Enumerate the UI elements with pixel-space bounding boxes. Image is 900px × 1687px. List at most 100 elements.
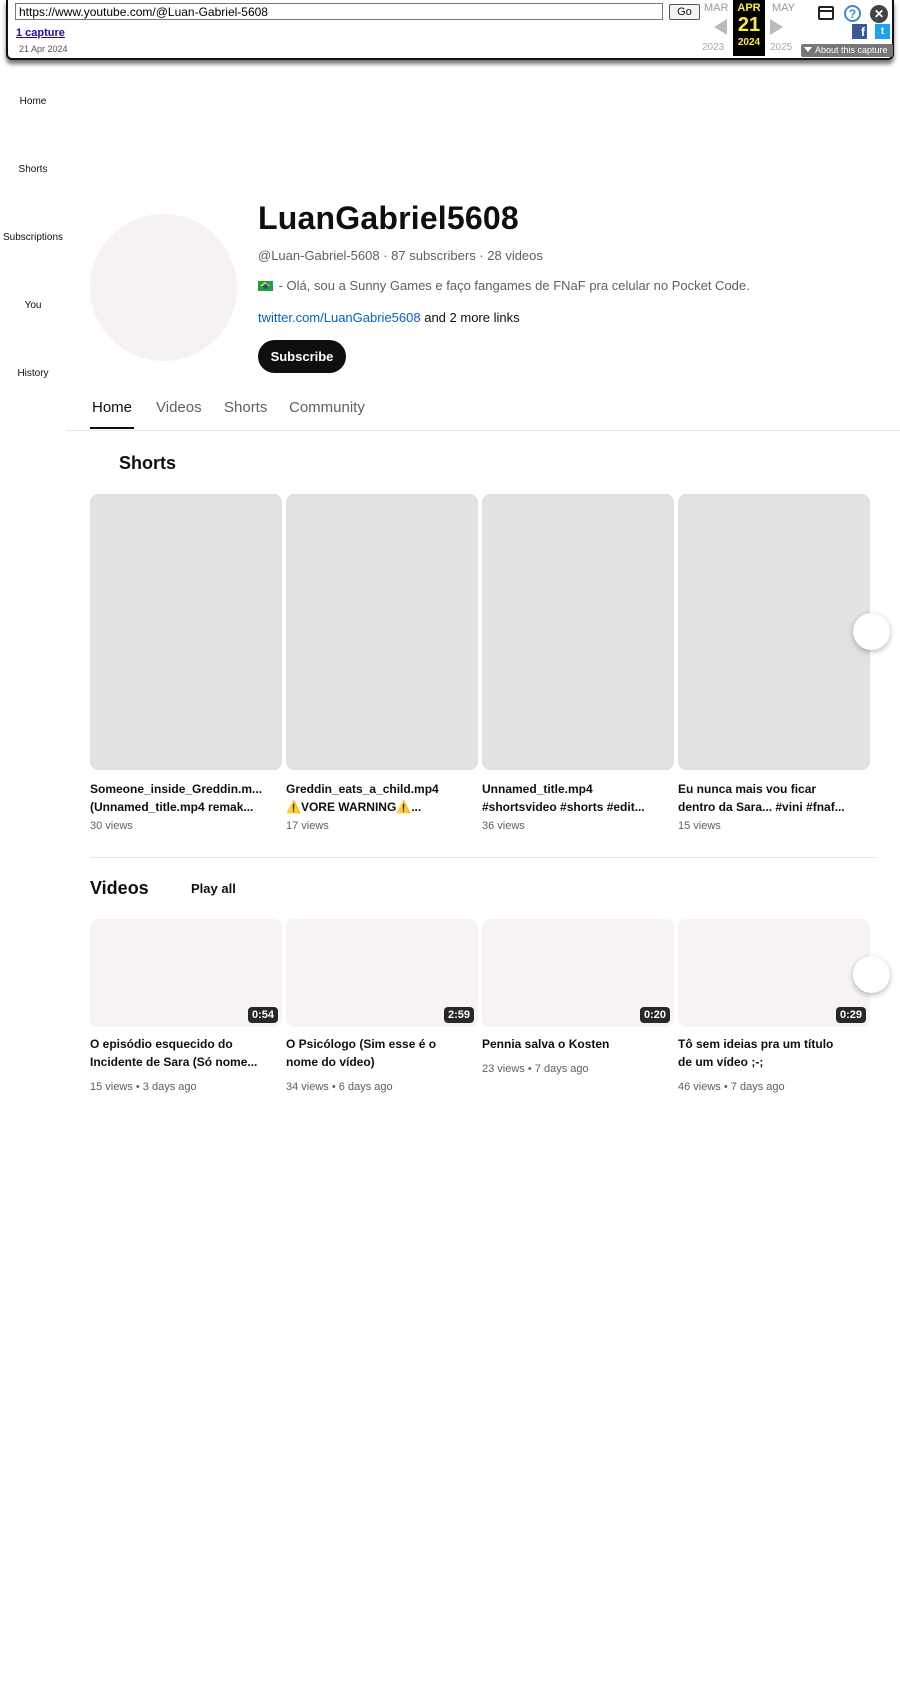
channel-description-text: - Olá, sou a Sunny Games e faço fangames…: [275, 278, 750, 293]
video-title-line: Pennia salva o Kosten: [482, 1037, 610, 1051]
caret-down-icon: [804, 47, 812, 52]
facebook-icon[interactable]: f: [852, 24, 867, 39]
video-title-line: O episódio esquecido do: [90, 1037, 233, 1051]
meta-separator: •: [723, 1081, 728, 1093]
short-views: 15 views: [678, 820, 721, 832]
guide-item-shorts[interactable]: Shorts: [0, 164, 66, 175]
video-views: 46 views: [678, 1081, 721, 1093]
video-views: 23 views: [482, 1063, 525, 1075]
video-age: 7 days ago: [534, 1063, 589, 1075]
arrow-left-icon[interactable]: [714, 19, 727, 35]
video-duration-badge: 0:54: [248, 1007, 279, 1023]
video-title[interactable]: Tô sem ideias pra um título de um vídeo ;…: [678, 1035, 866, 1071]
wayback-prev-year[interactable]: 2023: [702, 42, 724, 53]
video-title-line: Tô sem ideias pra um título: [678, 1037, 834, 1051]
video-title[interactable]: O Psicólogo (Sim esse é o nome do vídeo): [286, 1035, 474, 1071]
short-thumbnail[interactable]: [90, 494, 282, 770]
short-title-line: #shortsvideo #shorts #edit...: [482, 800, 645, 814]
video-duration-badge: 2:59: [444, 1007, 475, 1023]
brazil-flag-icon: [258, 281, 273, 291]
tab-active-indicator: [90, 427, 134, 429]
short-title-line: Unnamed_title.mp4: [482, 782, 593, 796]
calendar-icon[interactable]: [818, 6, 834, 20]
wayback-toolbar: https://www.youtube.com/@Luan-Gabriel-56…: [6, 0, 894, 60]
guide-item-you[interactable]: You: [0, 300, 66, 311]
short-title-line: dentro da Sara... #vini #fnaf...: [678, 800, 845, 814]
video-title-line: nome do vídeo): [286, 1055, 375, 1069]
video-meta: 15 views • 3 days ago: [90, 1081, 197, 1093]
close-icon[interactable]: ✕: [870, 5, 888, 23]
short-views: 30 views: [90, 820, 133, 832]
wayback-url-input[interactable]: https://www.youtube.com/@Luan-Gabriel-56…: [15, 3, 663, 20]
tab-shorts[interactable]: Shorts: [224, 399, 267, 416]
arrow-right-icon[interactable]: [770, 19, 783, 35]
channel-more-links[interactable]: and 2 more links: [421, 310, 519, 325]
video-meta: 23 views • 7 days ago: [482, 1063, 589, 1075]
video-title-line: O Psicólogo (Sim esse é o: [286, 1037, 437, 1051]
tab-community[interactable]: Community: [289, 399, 365, 416]
wayback-captures-link[interactable]: 1 capture: [16, 27, 65, 39]
channel-description[interactable]: - Olá, sou a Sunny Games e faço fangames…: [258, 278, 750, 293]
short-thumbnail[interactable]: [286, 494, 478, 770]
channel-meta: @Luan-Gabriel-5608 · 87 subscribers · 28…: [258, 248, 543, 263]
wayback-next-month[interactable]: MAY: [772, 2, 795, 14]
video-title-line: Incidente de Sara (Só nome...: [90, 1055, 258, 1069]
short-thumbnail[interactable]: [678, 494, 870, 770]
video-age: 3 days ago: [142, 1081, 197, 1093]
video-views: 15 views: [90, 1081, 133, 1093]
video-title[interactable]: O episódio esquecido do Incidente de Sara…: [90, 1035, 278, 1071]
wayback-about-button[interactable]: About this capture: [801, 44, 893, 57]
short-title-line: (Unnamed_title.mp4 remak...: [90, 800, 254, 814]
help-icon[interactable]: ?: [844, 5, 861, 22]
short-views: 36 views: [482, 820, 525, 832]
wayback-current-day: 21: [737, 14, 761, 36]
shelf-divider: [90, 857, 876, 858]
play-all-button[interactable]: Play all: [191, 881, 236, 896]
channel-links: twitter.com/LuanGabrie5608 and 2 more li…: [258, 310, 520, 325]
wayback-go-button[interactable]: Go: [669, 4, 700, 20]
meta-separator: •: [331, 1081, 336, 1093]
short-title[interactable]: Eu nunca mais vou ficar dentro da Sara...…: [678, 780, 866, 816]
guide-item-history[interactable]: History: [0, 368, 66, 379]
wayback-current-year: 2024: [737, 37, 761, 48]
shorts-next-button[interactable]: [853, 613, 890, 650]
short-title-line: Greddin_eats_a_child.mp4: [286, 782, 439, 796]
short-title[interactable]: Someone_inside_Greddin.m... (Unnamed_titl…: [90, 780, 278, 816]
wayback-current-date: APR 21 2024: [733, 0, 765, 56]
shorts-shelf-title: Shorts: [119, 453, 177, 473]
channel-name: LuanGabriel5608: [258, 200, 519, 236]
short-views: 17 views: [286, 820, 329, 832]
short-thumbnail[interactable]: [482, 494, 674, 770]
wayback-next-year[interactable]: 2025: [770, 42, 792, 53]
video-duration-badge: 0:20: [640, 1007, 671, 1023]
wayback-prev-month[interactable]: MAR: [704, 2, 728, 14]
guide-item-subscriptions[interactable]: Subscriptions: [0, 232, 66, 243]
wayback-current-month: APR: [737, 2, 761, 14]
meta-separator: •: [527, 1063, 532, 1075]
video-age: 6 days ago: [338, 1081, 393, 1093]
tab-videos[interactable]: Videos: [156, 399, 202, 416]
video-title[interactable]: Pennia salva o Kosten: [482, 1035, 670, 1053]
channel-avatar[interactable]: [90, 214, 237, 361]
tab-home[interactable]: Home: [92, 399, 132, 416]
meta-separator: •: [135, 1081, 140, 1093]
video-age: 7 days ago: [730, 1081, 785, 1093]
video-meta: 46 views • 7 days ago: [678, 1081, 785, 1093]
subscribe-button[interactable]: Subscribe: [258, 340, 346, 373]
short-title-line: Someone_inside_Greddin.m...: [90, 782, 263, 796]
short-title-line: Eu nunca mais vou ficar: [678, 782, 817, 796]
short-title[interactable]: Unnamed_title.mp4 #shortsvideo #shorts #e…: [482, 780, 670, 816]
guide-item-home[interactable]: Home: [0, 96, 66, 107]
video-meta: 34 views • 6 days ago: [286, 1081, 393, 1093]
video-duration-badge: 0:29: [836, 1007, 867, 1023]
wayback-about-label: About this capture: [815, 45, 888, 55]
channel-twitter-link[interactable]: twitter.com/LuanGabrie5608: [258, 310, 421, 325]
twitter-icon[interactable]: t: [875, 24, 890, 39]
video-title-line: de um vídeo ;-;: [678, 1055, 764, 1069]
short-title[interactable]: Greddin_eats_a_child.mp4 ⚠️VORE WARNING⚠️…: [286, 780, 474, 816]
videos-next-button[interactable]: [853, 956, 890, 993]
wayback-capture-date: 21 Apr 2024: [19, 44, 68, 54]
videos-shelf-title: Videos: [90, 878, 149, 898]
tabs-divider: [66, 430, 900, 431]
video-views: 34 views: [286, 1081, 329, 1093]
